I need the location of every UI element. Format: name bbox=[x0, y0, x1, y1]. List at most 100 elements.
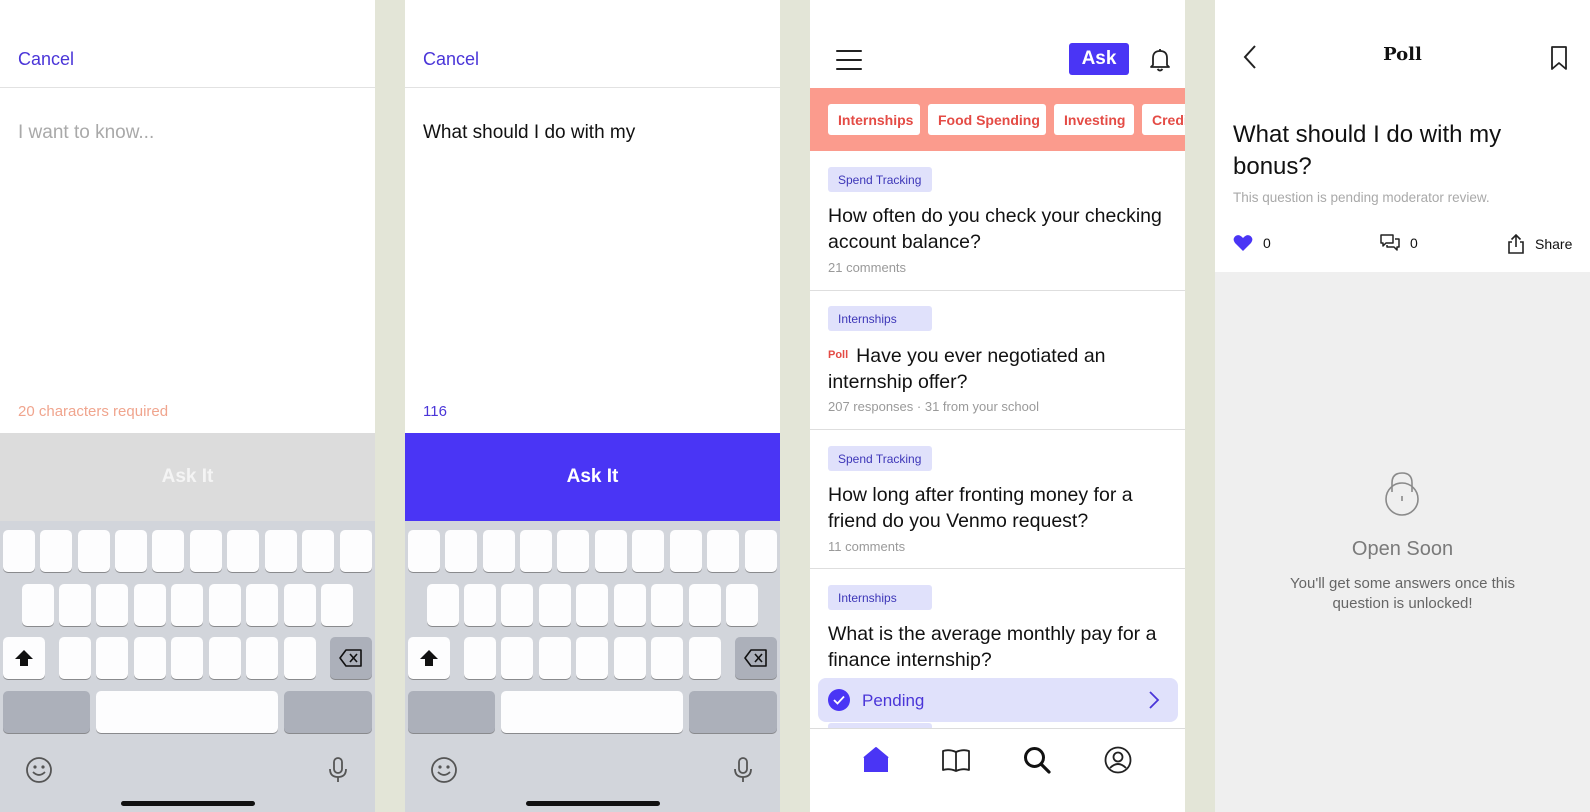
key[interactable] bbox=[227, 530, 259, 572]
key[interactable] bbox=[726, 584, 758, 626]
key[interactable] bbox=[614, 584, 646, 626]
backspace-key[interactable] bbox=[330, 637, 372, 679]
chip-investing[interactable]: Investing bbox=[1054, 104, 1134, 135]
comment-icon bbox=[1380, 234, 1400, 251]
key[interactable] bbox=[483, 530, 515, 572]
ask-it-button[interactable]: Ask It bbox=[405, 433, 780, 521]
search-icon[interactable] bbox=[1022, 745, 1052, 775]
return-key[interactable] bbox=[284, 691, 372, 733]
profile-icon[interactable] bbox=[1103, 745, 1133, 775]
key[interactable] bbox=[115, 530, 147, 572]
key[interactable] bbox=[651, 584, 683, 626]
share-button[interactable]: Share bbox=[1507, 234, 1572, 254]
key[interactable] bbox=[464, 584, 496, 626]
question-text: Have you ever negotiated an internship o… bbox=[828, 345, 1106, 393]
key[interactable] bbox=[59, 637, 91, 679]
key[interactable] bbox=[445, 530, 477, 572]
key[interactable] bbox=[539, 637, 571, 679]
key[interactable] bbox=[689, 637, 721, 679]
feed-item[interactable]: Spend Tracking How often do you check yo… bbox=[810, 151, 1185, 291]
backspace-key[interactable] bbox=[735, 637, 777, 679]
bookmark-icon[interactable] bbox=[1550, 45, 1568, 71]
feed-header: Ask bbox=[810, 0, 1185, 88]
unlock-message: You'll get some answers once this questi… bbox=[1290, 575, 1515, 612]
pending-banner[interactable]: Pending bbox=[818, 678, 1178, 722]
key[interactable] bbox=[408, 530, 440, 572]
key[interactable] bbox=[576, 584, 608, 626]
key[interactable] bbox=[209, 584, 241, 626]
key[interactable] bbox=[134, 584, 166, 626]
key[interactable] bbox=[190, 530, 222, 572]
like-button[interactable]: 0 bbox=[1233, 234, 1271, 252]
feed-item[interactable]: Internships Poll Have you ever negotiated… bbox=[810, 291, 1185, 430]
key[interactable] bbox=[520, 530, 552, 572]
key[interactable] bbox=[265, 530, 297, 572]
emoji-icon[interactable] bbox=[24, 755, 54, 785]
key[interactable] bbox=[745, 530, 777, 572]
key[interactable] bbox=[689, 584, 721, 626]
key[interactable] bbox=[670, 530, 702, 572]
shift-key[interactable] bbox=[3, 637, 45, 679]
cancel-button[interactable]: Cancel bbox=[423, 49, 479, 70]
key[interactable] bbox=[171, 637, 203, 679]
question-input[interactable]: What should I do with my bbox=[423, 120, 762, 146]
key[interactable] bbox=[152, 530, 184, 572]
shift-icon bbox=[420, 650, 438, 666]
comment-button[interactable]: 0 bbox=[1380, 234, 1418, 252]
key[interactable] bbox=[22, 584, 54, 626]
key[interactable] bbox=[427, 584, 459, 626]
menu-icon[interactable] bbox=[836, 50, 862, 70]
feed-item[interactable]: Spend Tracking How long after fronting m… bbox=[810, 430, 1185, 569]
key[interactable] bbox=[651, 637, 683, 679]
home-icon[interactable] bbox=[861, 745, 891, 775]
space-key[interactable] bbox=[501, 691, 683, 733]
cancel-button[interactable]: Cancel bbox=[18, 49, 74, 70]
key[interactable] bbox=[595, 530, 627, 572]
key[interactable] bbox=[501, 637, 533, 679]
key[interactable] bbox=[707, 530, 739, 572]
ask-button[interactable]: Ask bbox=[1069, 43, 1129, 75]
poll-detail-screen: Poll What should I do with my bonus? Thi… bbox=[1215, 0, 1590, 812]
key[interactable] bbox=[246, 584, 278, 626]
emoji-icon[interactable] bbox=[429, 755, 459, 785]
chip-credit[interactable]: Credit bbox=[1142, 104, 1185, 135]
key[interactable] bbox=[96, 584, 128, 626]
key[interactable] bbox=[321, 584, 353, 626]
key[interactable] bbox=[539, 584, 571, 626]
key[interactable] bbox=[284, 584, 316, 626]
key[interactable] bbox=[501, 584, 533, 626]
shift-key[interactable] bbox=[408, 637, 450, 679]
comment-count: 0 bbox=[1410, 235, 1418, 251]
key[interactable] bbox=[302, 530, 334, 572]
question-input[interactable]: I want to know... bbox=[18, 120, 357, 146]
ask-it-button[interactable]: Ask It bbox=[0, 433, 375, 521]
key[interactable] bbox=[614, 637, 646, 679]
key[interactable] bbox=[464, 637, 496, 679]
key[interactable] bbox=[209, 637, 241, 679]
key[interactable] bbox=[340, 530, 372, 572]
key[interactable] bbox=[284, 637, 316, 679]
key[interactable] bbox=[59, 584, 91, 626]
key[interactable] bbox=[96, 637, 128, 679]
numbers-key[interactable] bbox=[3, 691, 90, 733]
share-label: Share bbox=[1535, 236, 1573, 252]
key[interactable] bbox=[576, 637, 608, 679]
key[interactable] bbox=[40, 530, 72, 572]
key[interactable] bbox=[134, 637, 166, 679]
chip-internships[interactable]: Internships bbox=[828, 104, 920, 135]
bell-icon[interactable] bbox=[1148, 47, 1172, 78]
key[interactable] bbox=[78, 530, 110, 572]
key[interactable] bbox=[557, 530, 589, 572]
microphone-icon[interactable] bbox=[731, 755, 755, 785]
return-key[interactable] bbox=[689, 691, 777, 733]
space-key[interactable] bbox=[96, 691, 278, 733]
feed-screen: Ask Internships Food Spending Investing … bbox=[810, 0, 1185, 812]
key[interactable] bbox=[171, 584, 203, 626]
chip-food-spending[interactable]: Food Spending bbox=[928, 104, 1046, 135]
book-icon[interactable] bbox=[941, 745, 971, 775]
numbers-key[interactable] bbox=[408, 691, 495, 733]
key[interactable] bbox=[632, 530, 664, 572]
microphone-icon[interactable] bbox=[326, 755, 350, 785]
key[interactable] bbox=[3, 530, 35, 572]
key[interactable] bbox=[246, 637, 278, 679]
